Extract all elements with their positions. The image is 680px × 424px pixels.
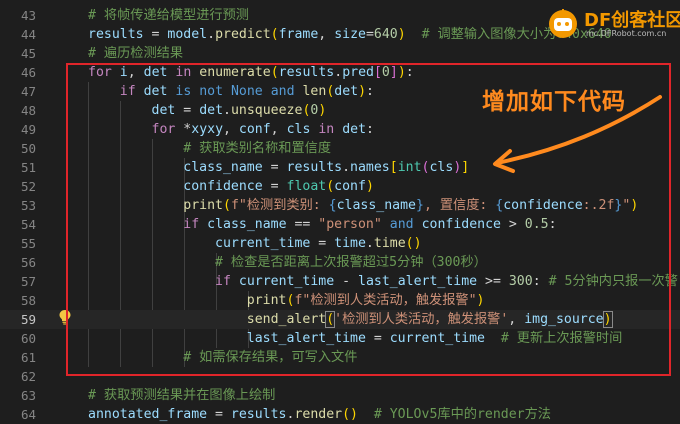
code-editor[interactable]: 43 # 将帧传递给模型进行预测 44 results = model.predict… <box>0 0 680 424</box>
robot-logo-icon <box>549 9 577 38</box>
annotation-arrow-icon <box>493 95 662 173</box>
watermark-logo: DF创客社区 mc.DFRobot.com.cn <box>546 4 680 44</box>
watermark-subtitle: mc.DFRobot.com.cn <box>586 29 667 38</box>
